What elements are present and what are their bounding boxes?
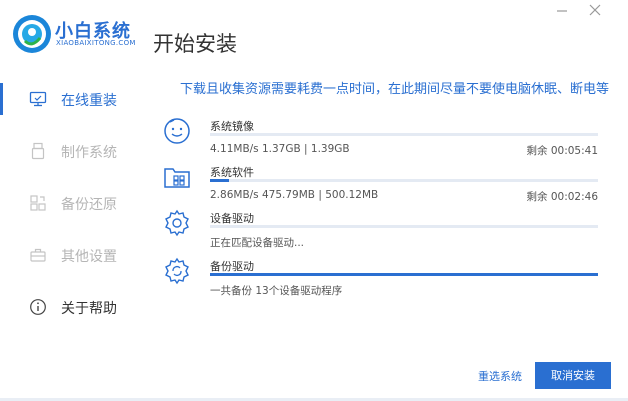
cancel-install-button[interactable]: 取消安装 (535, 362, 611, 389)
sidebar-item-online-reinstall[interactable]: 在线重装 (0, 75, 140, 123)
folder-apps-icon (164, 168, 190, 188)
usb-drive-icon (31, 142, 45, 160)
task-name: 设备驱动 (210, 212, 254, 225)
brand-subtitle: XIAOBAIXITONG.COM (56, 39, 136, 47)
progress-track (210, 273, 598, 276)
sidebar-item-label: 关于帮助 (61, 301, 117, 317)
gear-sync-icon (165, 257, 189, 285)
info-icon (30, 299, 46, 315)
task-system-software: 系统软件 2.86MB/s 475.79MB | 500.12MB 剩余 00:… (162, 162, 602, 208)
task-info: 正在匹配设备驱动... (210, 237, 305, 249)
task-device-drivers: 设备驱动 正在匹配设备驱动... (162, 208, 602, 254)
toolbox-icon (30, 248, 46, 262)
notice-text: 下载且收集资源需要耗费一点时间，在此期间尽量不要使电脑休眠、断电等 (180, 82, 610, 97)
close-icon[interactable] (588, 3, 602, 17)
task-name: 备份驱动 (210, 260, 254, 273)
task-info: 4.11MB/s 1.37GB | 1.39GB (210, 143, 350, 155)
progress-fill (210, 179, 230, 182)
task-backup-drivers: 备份驱动 一共备份 13个设备驱动程序 (162, 256, 602, 302)
minimize-icon[interactable] (556, 5, 568, 17)
task-name: 系统软件 (210, 166, 254, 179)
task-name: 系统镜像 (210, 120, 254, 133)
task-remaining: 剩余 00:05:41 (526, 145, 599, 157)
progress-track (210, 179, 598, 182)
monitor-icon (29, 91, 47, 107)
sidebar-item-label: 制作系统 (61, 145, 117, 161)
app-logo: 小白系统 XIAOBAIXITONG.COM (12, 14, 137, 54)
sidebar-item-backup-restore[interactable]: 备份还原 (0, 179, 140, 227)
sidebar-item-make-system[interactable]: 制作系统 (0, 127, 140, 175)
task-system-image: 系统镜像 4.11MB/s 1.37GB | 1.39GB 剩余 00:05:4… (162, 116, 602, 162)
sidebar-item-other-settings[interactable]: 其他设置 (0, 231, 140, 279)
task-info: 一共备份 13个设备驱动程序 (210, 285, 343, 297)
progress-fill (210, 273, 598, 276)
gear-icon (165, 209, 189, 237)
task-info: 2.86MB/s 475.79MB | 500.12MB (210, 189, 379, 201)
progress-track (210, 225, 598, 228)
reselect-system-button[interactable]: 重选系统 (478, 368, 522, 384)
progress-track (210, 133, 598, 136)
task-remaining: 剩余 00:02:46 (526, 191, 599, 203)
sidebar-item-label: 备份还原 (61, 197, 117, 213)
backup-icon (30, 195, 46, 211)
sidebar-item-label: 其他设置 (61, 249, 117, 265)
sidebar-item-label: 在线重装 (61, 93, 117, 109)
active-indicator (0, 83, 3, 115)
disc-face-icon (164, 118, 190, 144)
page-title: 开始安装 (153, 32, 237, 56)
sidebar-item-about-help[interactable]: 关于帮助 (0, 283, 140, 331)
logo-icon (13, 15, 51, 53)
